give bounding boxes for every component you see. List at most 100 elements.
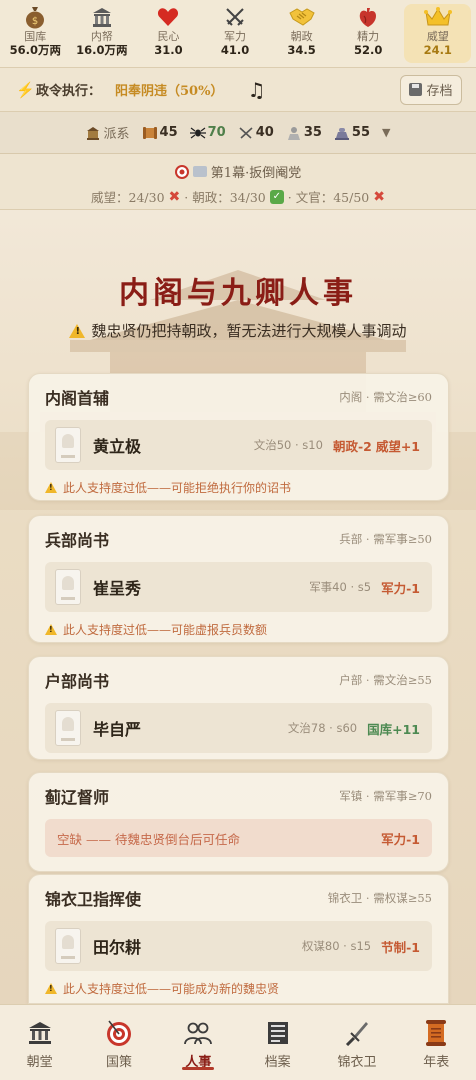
stat-morale[interactable]: 民心 31.0: [135, 4, 202, 67]
card-header: 兵部尚书 兵部 · 需军事≥50: [29, 516, 448, 562]
nav-label: 档案: [264, 1055, 291, 1070]
bottom-nav: 朝堂 国策 人事 档案 锦衣卫 年表: [0, 1004, 476, 1080]
card-warning-text: 此人支持度过低——可能成为新的魏忠贤: [63, 981, 280, 996]
card-title: 内阁首辅: [45, 389, 110, 408]
anatomical-heart-icon: [358, 4, 378, 30]
mission-goals: 威望：24/30 ✖ · 朝政：34/30 ✓ · 文官：45/50 ✖: [0, 187, 476, 206]
position-card-embroidered-guard-commander: 锦衣卫指挥使 锦衣卫 · 需权谋≥55 田尔耕 权谋80 · s15 节制-1 …: [28, 874, 449, 1004]
card-title: 锦衣卫指挥使: [45, 890, 142, 909]
official-row[interactable]: 崔呈秀 军事40 · s5 军力-1: [45, 562, 432, 612]
stat-label: 国库: [24, 30, 47, 43]
official-row[interactable]: 毕自严 文治78 · s60 国库+11: [45, 703, 432, 753]
vacant-text: 空缺 —— 待魏忠贤倒台后可任命: [57, 831, 240, 847]
stat-military[interactable]: 军力 41.0: [202, 4, 269, 67]
official-name: 田尔耕: [93, 938, 142, 957]
factions-bar[interactable]: 派系 45 70 40 35 55 ▼: [0, 112, 476, 154]
nav-item-court[interactable]: 朝堂: [0, 1005, 79, 1080]
mission-panel: 第1幕·扳倒阉党 威望：24/30 ✖ · 朝政：34/30 ✓ · 文官：45…: [0, 154, 476, 210]
faction-gentry: 35: [286, 125, 322, 140]
stats-bar: $ 国库 56.0万两 内帑 16.0万两 民心 31.0 军力 41.0 朝政…: [0, 0, 476, 68]
official-stats: 军事40 · s5: [309, 580, 372, 594]
treasury-building-icon: [91, 4, 113, 30]
nav-item-embroidered-guard[interactable]: 锦衣卫: [317, 1005, 396, 1080]
official-name: 黄立极: [93, 437, 142, 456]
nav-item-policy[interactable]: 国策: [79, 1005, 158, 1080]
official-name: 毕自严: [93, 720, 142, 739]
spider-icon: [189, 127, 206, 138]
scroll-icon: [142, 126, 157, 139]
stat-label: 内帑: [90, 30, 113, 43]
stat-label: 精力: [357, 30, 380, 43]
card-warning-text: 此人支持度过低——可能虚报兵员数额: [63, 622, 268, 637]
dagger-icon: [344, 1017, 370, 1049]
music-note-icon[interactable]: ♫: [247, 78, 265, 102]
crossed-swords-icon: [224, 4, 246, 30]
edict-value: 阳奉阴违（50%）: [115, 84, 224, 99]
card-requirement: 锦衣卫 · 需权谋≥55: [327, 891, 432, 905]
expand-triangle-icon[interactable]: ▼: [382, 126, 390, 139]
nav-label: 年表: [423, 1055, 450, 1070]
stat-value: 56.0万两: [9, 43, 61, 57]
court-building-icon: [27, 1017, 53, 1049]
stat-value: 34.5: [287, 43, 316, 57]
flag-icon: [192, 166, 207, 177]
card-title: 兵部尚书: [45, 531, 110, 550]
nav-label: 朝堂: [26, 1055, 53, 1070]
stat-privy-purse[interactable]: 内帑 16.0万两: [69, 4, 136, 67]
vacant-row[interactable]: 空缺 —— 待魏忠贤倒台后可任命 军力-1: [45, 819, 432, 857]
nav-item-timeline[interactable]: 年表: [397, 1005, 476, 1080]
save-label: 存档: [426, 84, 453, 99]
scholar-icon: [287, 126, 300, 140]
stat-prestige[interactable]: 威望 24.1: [404, 4, 472, 63]
card-warning-text: 此人支持度过低——可能拒绝执行你的诏书: [63, 480, 292, 495]
crossed-swords-icon: [239, 126, 253, 139]
stat-energy[interactable]: 精力 52.0: [335, 4, 402, 67]
personnel-panel: 内阁与九卿人事 魏忠贤仍把持朝政，暂无法进行大规模人事调动 内阁首辅 内阁 · …: [0, 210, 476, 1004]
card-warning: 此人支持度过低——可能成为新的魏忠贤: [29, 971, 448, 1004]
nav-item-archive[interactable]: 档案: [238, 1005, 317, 1080]
official-stats: 文治50 · s10: [253, 438, 323, 452]
stat-treasury[interactable]: $ 国库 56.0万两: [2, 4, 69, 67]
factions-label: 派系: [103, 127, 130, 142]
mission-title-row: 第1幕·扳倒阉党: [0, 162, 476, 181]
warning-icon: [45, 623, 57, 635]
nav-label: 国策: [105, 1055, 132, 1070]
stat-label: 民心: [157, 30, 180, 43]
warning-icon: [45, 982, 57, 994]
card-title: 蓟辽督师: [45, 788, 110, 807]
stat-governance[interactable]: 朝政 34.5: [268, 4, 335, 67]
target-icon: [174, 164, 189, 179]
nav-item-personnel[interactable]: 人事: [159, 1005, 238, 1080]
card-header: 户部尚书 户部 · 需文治≥55: [29, 657, 448, 703]
lightning-icon: ⚡: [16, 80, 35, 99]
official-row[interactable]: 黄立极 文治50 · s10 朝政-2 威望+1: [45, 420, 432, 470]
handshake-icon: [288, 4, 315, 30]
faction-value: 45: [159, 125, 178, 140]
stat-value: 31.0: [154, 43, 183, 57]
faction-scholars: 45: [142, 125, 178, 140]
warning-icon: [69, 323, 86, 338]
save-button[interactable]: 存档: [400, 74, 462, 105]
mission-goal-prestige: 威望：24/30: [91, 190, 165, 205]
card-warning: 此人支持度过低——可能拒绝执行你的诏书: [29, 470, 448, 504]
stat-value: 16.0万两: [76, 43, 128, 57]
stat-label: 威望: [426, 30, 449, 43]
card-title: 户部尚书: [45, 672, 110, 691]
card-header: 蓟辽督师 军镇 · 需军事≥70: [29, 773, 448, 819]
position-card-chief-grand-secretary: 内阁首辅 内阁 · 需文治≥60 黄立极 文治50 · s10 朝政-2 威望+…: [28, 373, 449, 501]
stat-value: 24.1: [423, 43, 452, 57]
card-requirement: 户部 · 需文治≥55: [339, 673, 432, 687]
official-row[interactable]: 田尔耕 权谋80 · s15 节制-1: [45, 921, 432, 971]
card-warning: 此人支持度过低——可能虚报兵员数额: [29, 612, 448, 646]
faction-eunuchs: 70: [189, 125, 226, 140]
floppy-disk-icon: [409, 83, 423, 96]
portrait-icon: [55, 427, 81, 463]
stat-value: 52.0: [353, 43, 383, 57]
crowd-icon: [334, 127, 349, 140]
portrait-icon: [55, 928, 81, 964]
warning-icon: [45, 481, 57, 493]
card-requirement: 军镇 · 需军事≥70: [339, 789, 432, 803]
page-warning-text: 魏忠贤仍把持朝政，暂无法进行大规模人事调动: [91, 322, 407, 340]
stat-label: 朝政: [290, 30, 313, 43]
official-stats: 文治78 · s60: [287, 721, 358, 735]
